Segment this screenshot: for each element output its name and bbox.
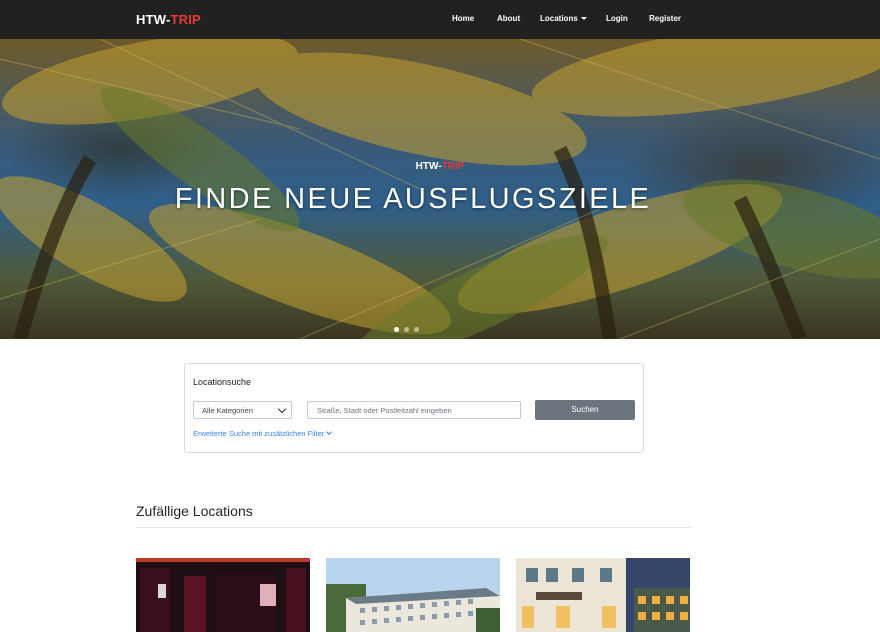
navbar: HTW-TRIP Home About Locations Login Regi… — [0, 0, 880, 39]
search-card-title: Locationsuche — [193, 377, 252, 387]
brand-logo[interactable]: HTW-TRIP — [136, 12, 201, 27]
location-card-image[interactable] — [326, 558, 500, 632]
carousel-indicators — [394, 319, 424, 337]
hotel-building-image — [326, 558, 500, 632]
caret-down-icon — [580, 17, 587, 20]
chevron-down-icon — [326, 429, 333, 435]
hero-title: FINDE NEUE AUSFLUGSZIELE — [174, 183, 652, 215]
brand-part1: HTW- — [136, 12, 171, 27]
carousel-dot[interactable] — [394, 327, 399, 332]
address-search-input[interactable]: Straße, Stadt oder Postleitzahl eingeben — [307, 401, 521, 419]
hero-kicker: HTW-TRIP — [0, 161, 880, 172]
nav-login[interactable]: Login — [606, 14, 628, 23]
search-button[interactable]: Suchen — [535, 400, 635, 420]
location-card-image[interactable] — [136, 558, 310, 632]
section-title: Zufällige Locations — [136, 503, 253, 519]
restaurant-building-image — [516, 558, 690, 632]
location-search-card: Locationsuche Alle Kategorien Straße, St… — [184, 363, 644, 453]
hero-carousel[interactable]: HTW-TRIP FINDE NEUE AUSFLUGSZIELE — [0, 39, 880, 339]
category-select[interactable]: Alle Kategorien — [193, 401, 292, 419]
location-card-image[interactable] — [516, 558, 690, 632]
advanced-search-link[interactable]: Erweiterte Suche mit zusätzlichen Filter — [193, 429, 333, 438]
category-select-value: Alle Kategorien — [202, 406, 253, 415]
carousel-dot[interactable] — [404, 327, 409, 332]
section-divider — [136, 527, 691, 528]
nav-home[interactable]: Home — [452, 14, 474, 23]
brand-part2: TRIP — [170, 12, 201, 27]
advanced-search-label: Erweiterte Suche mit zusätzlichen Filter — [193, 429, 325, 438]
address-placeholder: Straße, Stadt oder Postleitzahl eingeben — [317, 406, 452, 415]
bar-interior-image — [136, 558, 310, 632]
carousel-dot[interactable] — [414, 327, 419, 332]
chevron-down-icon — [277, 404, 287, 414]
nav-register[interactable]: Register — [649, 14, 681, 23]
nav-locations-label: Locations — [540, 14, 578, 23]
nav-locations-dropdown[interactable]: Locations — [540, 14, 587, 23]
nav-about[interactable]: About — [497, 14, 520, 23]
hero-kicker-part2: TRIP — [441, 161, 465, 172]
hero-kicker-part1: HTW- — [415, 161, 442, 172]
